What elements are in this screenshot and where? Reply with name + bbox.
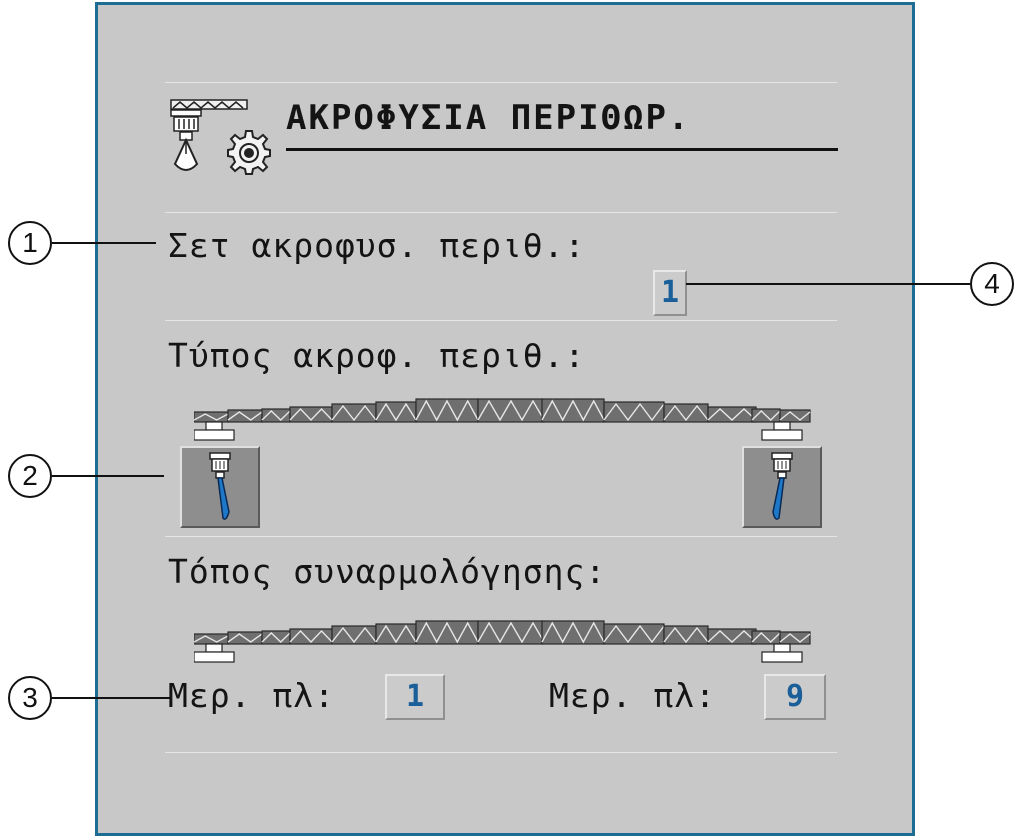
sprayer-boom-icon [194, 620, 811, 663]
callout-3: 3 [8, 676, 52, 720]
boundary-nozzle-set-value[interactable]: 1 [653, 270, 687, 316]
left-section-value[interactable]: 1 [385, 674, 445, 720]
separator-line [165, 320, 837, 321]
right-section-label: Μερ. πλ: [549, 676, 716, 715]
sprayer-boom-icon [194, 398, 811, 441]
gear-icon [227, 130, 271, 175]
left-section-label: Μερ. πλ: [168, 676, 335, 715]
page-title: ΑΚΡΟΦΥΣΙΑ ΠΕΡΙΘΩΡ. [286, 98, 691, 138]
callout-4: 4 [970, 262, 1014, 306]
callout-1: 1 [8, 221, 52, 265]
boundary-nozzle-type-label: Τύπος ακροφ. περιθ.: [168, 336, 586, 375]
right-boundary-nozzle-button[interactable] [742, 446, 822, 528]
callout-2-leader [52, 475, 164, 477]
boundary-nozzle-set-label: Σετ ακροφυσ. περιθ.: [168, 226, 586, 265]
right-section-value[interactable]: 9 [764, 674, 826, 720]
mounting-location-label: Τόπος συναρμολόγησης: [168, 552, 607, 591]
separator-line [165, 82, 837, 83]
callout-1-leader [52, 242, 156, 244]
left-nozzle-icon [209, 452, 231, 520]
left-boundary-nozzle-button[interactable] [180, 446, 260, 528]
callout-3-leader [52, 697, 170, 699]
separator-line [165, 212, 837, 213]
callout-2: 2 [8, 454, 52, 498]
callout-4-leader [686, 283, 970, 285]
separator-line [165, 536, 837, 537]
separator-line [165, 752, 837, 753]
right-nozzle-icon [771, 452, 793, 520]
title-underline [286, 148, 838, 151]
